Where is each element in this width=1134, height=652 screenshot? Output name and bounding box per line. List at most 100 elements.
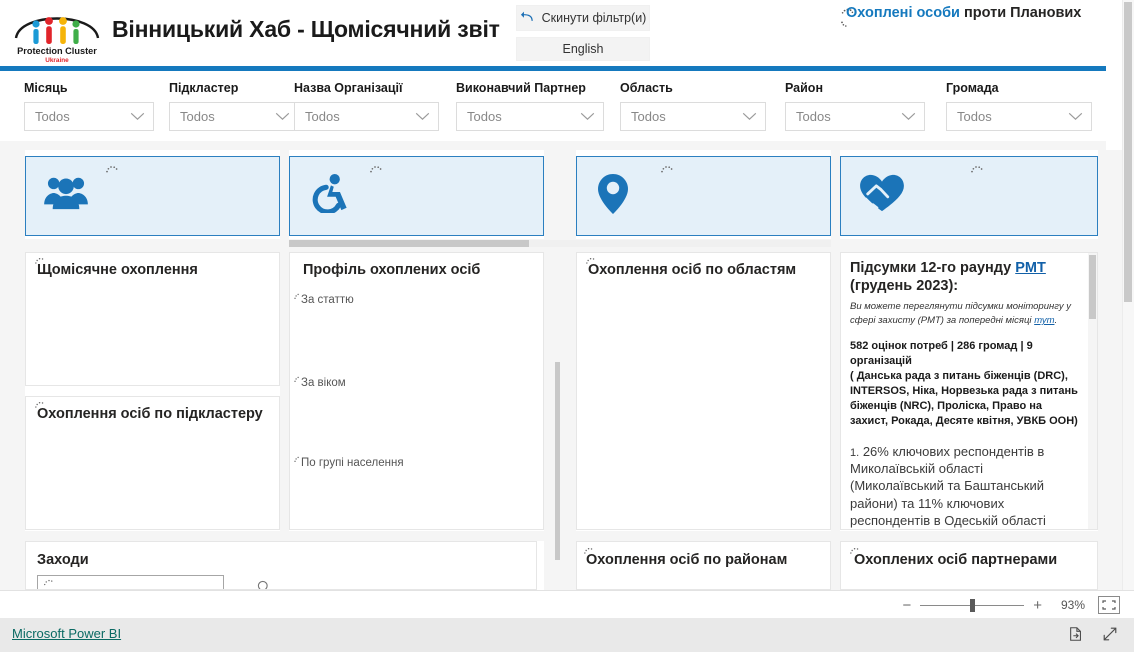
panel-coverage-by-oblast[interactable]: Охоплення осіб по областям [576,252,831,530]
people-group-icon [43,173,89,216]
canvas-gutter [0,141,1106,150]
card-strip-hscrollbar-track[interactable] [289,240,831,247]
pmt-link[interactable]: PMT [1015,260,1046,276]
pmt-finding-1-text: 26% ключових респондентів в Миколаївські… [850,443,1046,528]
filter-oblast-value: Todos [631,109,666,124]
chevron-down-icon [130,108,145,126]
filter-hromada: Громада Todos [946,81,1092,131]
fit-to-page-icon[interactable] [1098,596,1120,614]
panel-monthly-coverage-title: Щомісячне охоплення [37,262,198,278]
language-toggle-button[interactable]: English [516,37,650,61]
handshake-heart-icon [858,173,906,218]
pmt-finding-1-number: 1. [850,446,860,459]
pmt-heading-before: Підсумки 12-го раунду [850,260,1016,276]
filter-oblast-label: Область [620,81,673,95]
filter-month: Місяць Todos [24,81,154,131]
canvas-vscrollbar-thumb[interactable] [555,362,560,560]
zoom-percent-label: 93% [1060,598,1085,612]
panel-monthly-coverage[interactable]: Щомісячне охоплення [25,252,280,386]
coverage-vs-planned-rest: проти Планових [959,5,1082,21]
panel-profile[interactable]: Профіль охоплених осіб За статтю За віко… [289,252,544,530]
pmt-orgs-line: ( Данська рада з питань біженців (DRC), … [850,369,1078,427]
filter-raion-value: Todos [796,109,831,124]
logo-line1-text: Protection Cluster [17,46,97,56]
card-strip-hscrollbar-thumb[interactable] [289,240,529,247]
filter-hromada-dropdown[interactable]: Todos [946,102,1092,131]
loading-sparkle-icon [969,164,985,178]
share-export-icon[interactable] [1068,626,1084,647]
page-vscrollbar-track[interactable] [1122,0,1134,618]
kpi-card-locations[interactable] [576,156,831,236]
filter-hromada-label: Громада [946,81,999,95]
zoom-bar: − + 93% [0,590,1134,618]
zoom-out-button[interactable]: − [902,598,911,613]
pmt-note: Ви можете переглянути підсумки моніторин… [850,300,1078,328]
report-canvas: Protection Cluster Ukraine Вінницький Ха… [0,0,1134,618]
zoom-slider[interactable] [920,598,1025,612]
panel-activities-title: Заходи [37,552,89,568]
panel-coverage-by-partner-title: Охоплених осіб партнерами [854,552,1058,568]
kpi-card-partners[interactable] [840,156,1098,236]
filter-raion-dropdown[interactable]: Todos [785,102,925,131]
loading-sparkle-icon [42,578,56,589]
report-footer: Microsoft Power BI [0,618,1134,652]
chevron-down-icon [1068,108,1083,126]
powerbi-brand-link[interactable]: Microsoft Power BI [12,626,121,641]
profile-by-population-group-label: По групі населення [301,457,404,469]
search-icon[interactable] [257,580,271,589]
filter-oblast: Область Todos [620,81,766,131]
chevron-down-icon [901,108,916,126]
loading-sparkle-icon [659,164,675,178]
activities-search-input[interactable] [37,575,224,589]
reset-filters-button[interactable]: Скинути фільтр(и) [516,5,650,31]
filter-implementing-partner-dropdown[interactable]: Todos [456,102,604,131]
chevron-down-icon [580,108,595,126]
zoom-slider-thumb[interactable] [970,598,976,612]
panel-profile-title: Профіль охоплених осіб [303,262,481,278]
filter-subcluster-value: Todos [180,109,215,124]
pmt-note-link[interactable]: тут [1034,315,1054,326]
panel-coverage-by-raion[interactable]: Охоплення осіб по районам [576,541,831,590]
fullscreen-icon[interactable] [1102,626,1118,647]
page-title: Вінницький Хаб - Щомісячний звіт [112,16,500,42]
filter-oblast-dropdown[interactable]: Todos [620,102,766,131]
filter-raion: Район Todos [785,81,925,131]
filter-subcluster-label: Підклаcтер [169,81,239,95]
canvas-gutter-right [1098,150,1122,590]
pmt-stats-line: 582 оцінок потреб | 286 громад | 9 орган… [850,339,1033,367]
page-vscrollbar-thumb[interactable] [1124,2,1132,302]
protection-cluster-logo: Protection Cluster Ukraine [6,2,108,64]
filter-organisation-dropdown[interactable]: Todos [294,102,439,131]
pmt-heading-after: (грудень 2023): [850,278,959,295]
zoom-in-button[interactable]: + [1033,598,1042,613]
kpi-card-people-with-disability[interactable] [289,156,544,236]
pmt-summary-body: Підсумки 12-го раунду PMT (грудень 2023)… [850,259,1078,529]
reset-filters-label: Скинути фільтр(и) [541,11,647,25]
canvas-vscrollbar-track[interactable] [553,252,562,590]
filter-raion-label: Район [785,81,823,95]
accessibility-icon [307,173,351,218]
kpi-card-people-reached[interactable] [25,156,280,236]
panel-coverage-by-raion-title: Охоплення осіб по районам [586,552,788,568]
panel-activities[interactable]: Заходи [25,541,537,590]
filter-implementing-partner-label: Виконавчий Партнер [456,81,586,95]
filter-implementing-partner-value: Todos [467,109,502,124]
panel-subcluster-coverage[interactable]: Охоплення осіб по підкластеру [25,396,280,530]
filter-subcluster-dropdown[interactable]: Todos [169,102,299,131]
loading-sparkle-icon [368,164,384,178]
language-label: English [562,42,604,56]
logo-line2-text: Ukraine [45,57,69,64]
loading-sparkle-icon [104,164,120,178]
chevron-down-icon [275,108,290,126]
filter-month-dropdown[interactable]: Todos [24,102,154,131]
pmt-vscrollbar-track[interactable] [1088,253,1097,529]
panel-coverage-by-partner[interactable]: Охоплених осіб партнерами [840,541,1098,590]
pmt-heading: Підсумки 12-го раунду PMT (грудень 2023)… [850,259,1078,295]
panel-pmt-summary[interactable]: Підсумки 12-го раунду PMT (грудень 2023)… [840,252,1098,530]
filter-organisation: Назва Організації Todos [294,81,439,131]
canvas-gutter-left [0,150,25,590]
report-header: Protection Cluster Ukraine Вінницький Ха… [0,0,1106,66]
profile-by-sex-label: За статтю [301,294,354,306]
coverage-vs-planned-accent: Охоплені особи [846,5,960,21]
pmt-vscrollbar-thumb[interactable] [1089,255,1096,319]
